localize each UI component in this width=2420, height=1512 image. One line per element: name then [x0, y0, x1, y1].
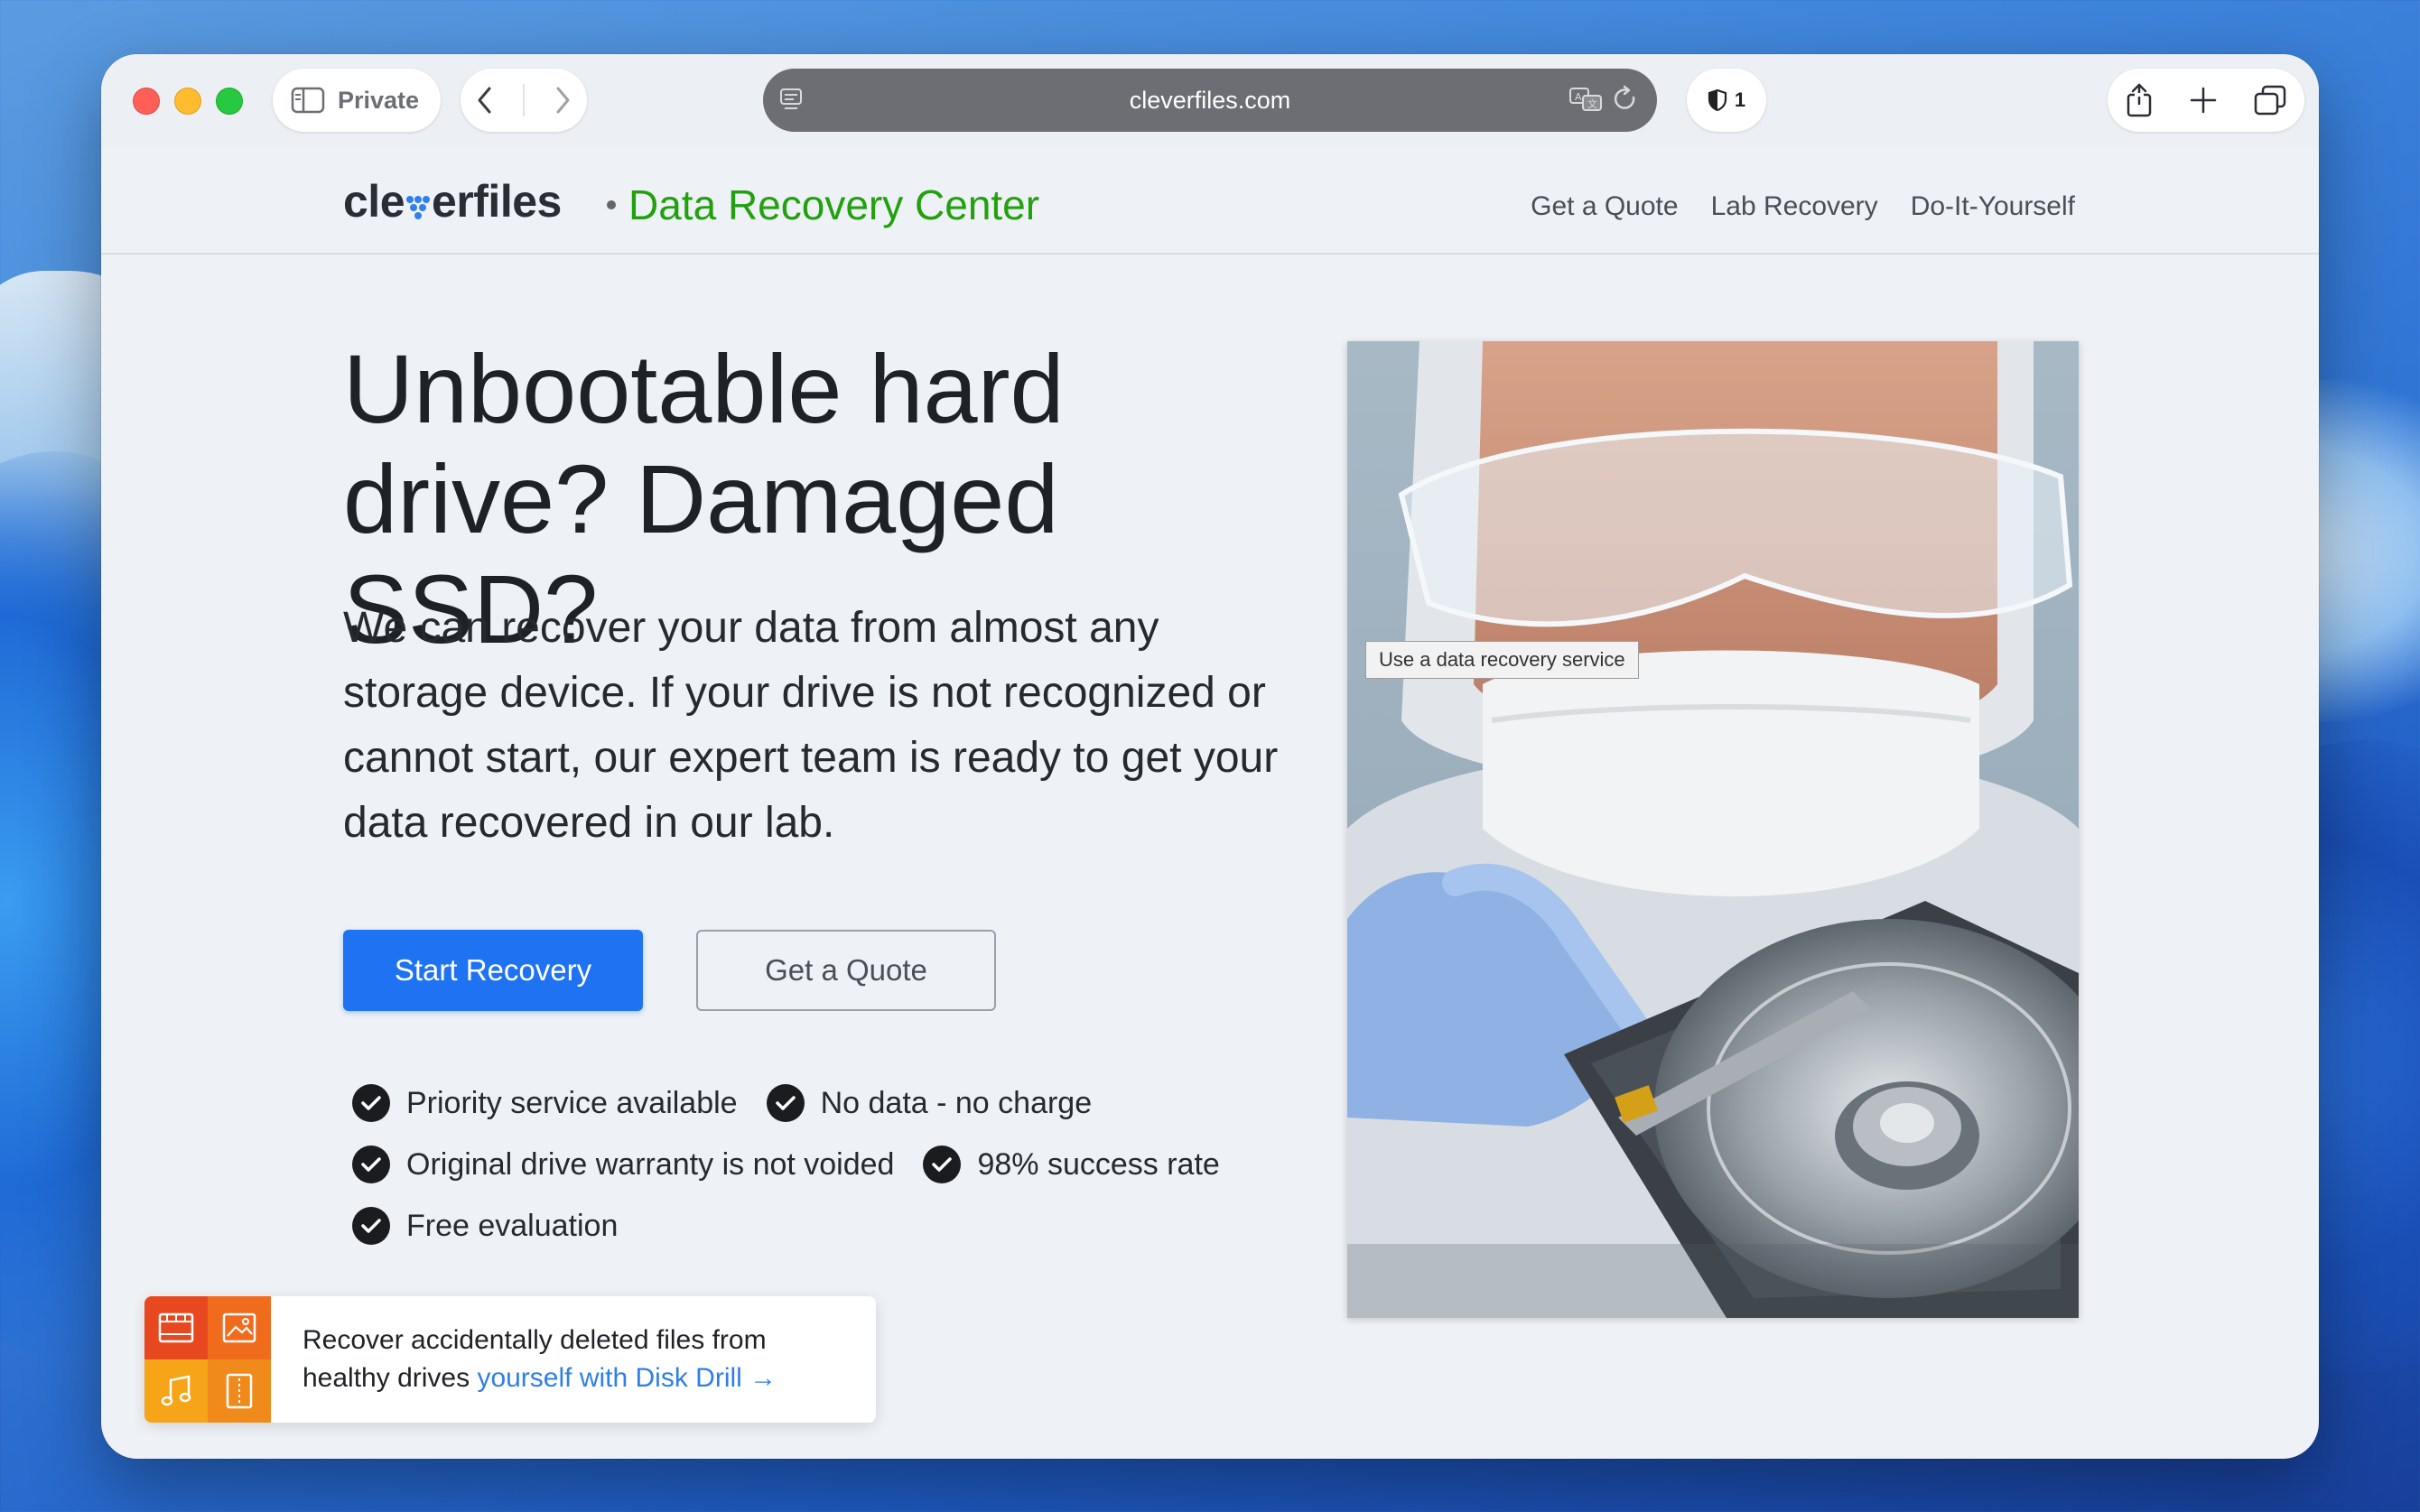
hero-title-line-1: Unbootable hard	[343, 334, 1065, 443]
hero-description: We can recover your data from almost any…	[343, 604, 1279, 847]
minimize-window-button[interactable]	[174, 88, 201, 115]
close-window-button[interactable]	[133, 88, 160, 115]
image-tooltip: Use a data recovery service	[1365, 641, 1639, 679]
feature-text: Priority service available	[406, 1085, 738, 1120]
toolbar-actions	[2108, 69, 2304, 132]
cleverfiles-logo[interactable]: cle erfiles	[343, 175, 562, 227]
feature-list: Priority service available No data - no …	[352, 1083, 1345, 1246]
feature-item: Priority service available	[352, 1083, 738, 1123]
top-navigation: Get a Quote Lab Recovery Do-It-Yourself	[1531, 191, 2075, 222]
address-bar[interactable]: cleverfiles.com A文	[763, 69, 1657, 132]
feature-item: Free evaluation	[352, 1206, 618, 1246]
disk-drill-link[interactable]: yourself with Disk Drill →	[477, 1363, 777, 1393]
nav-do-it-yourself[interactable]: Do-It-Yourself	[1911, 191, 2075, 222]
site-header: cle erfiles Data Recovery Center Get a Q…	[101, 148, 2319, 255]
check-icon	[352, 1207, 390, 1245]
brand-subtitle[interactable]: Data Recovery Center	[628, 181, 1039, 229]
check-icon	[352, 1084, 390, 1122]
sidebar-private-button[interactable]: Private	[273, 69, 441, 132]
history-nav	[461, 69, 587, 132]
feature-text: Original drive warranty is not voided	[406, 1146, 895, 1182]
photo-illustration	[1347, 341, 2079, 1318]
plus-icon[interactable]	[2190, 87, 2217, 114]
private-label: Private	[338, 86, 420, 114]
promo-text: Recover accidentally deleted files from …	[302, 1322, 777, 1397]
shield-icon	[1708, 88, 1727, 112]
logo-text-suffix: erfiles	[432, 176, 562, 227]
translate-icon[interactable]: A文	[1568, 85, 1605, 114]
image-icon	[208, 1296, 271, 1359]
check-icon	[766, 1084, 805, 1122]
start-recovery-button[interactable]: Start Recovery	[343, 930, 643, 1011]
feature-text: 98% success rate	[977, 1146, 1220, 1182]
share-icon[interactable]	[2126, 82, 2153, 118]
tabs-icon[interactable]	[2254, 85, 2286, 116]
browser-toolbar: Private cleverfiles.com A文 1	[101, 54, 2319, 148]
promo-line-2: healthy drives	[302, 1363, 478, 1393]
archive-icon	[208, 1359, 271, 1423]
chevron-right-icon[interactable]	[553, 85, 572, 116]
svg-text:文: 文	[1587, 97, 1597, 110]
promo-file-type-icons	[144, 1296, 271, 1423]
svg-text:A: A	[1575, 91, 1582, 103]
check-icon	[352, 1146, 390, 1183]
get-a-quote-button[interactable]: Get a Quote	[696, 930, 996, 1011]
chevron-left-icon[interactable]	[475, 85, 495, 116]
brand-separator-dot	[607, 200, 616, 209]
nav-lab-recovery[interactable]: Lab Recovery	[1711, 191, 1878, 222]
zoom-window-button[interactable]	[216, 88, 243, 115]
logo-text-prefix: cle	[343, 176, 405, 227]
feature-item: Original drive warranty is not voided	[352, 1145, 894, 1184]
feature-item: 98% success rate	[923, 1145, 1220, 1184]
logo-dots-icon	[405, 189, 432, 221]
page-menu-icon[interactable]	[779, 88, 803, 117]
nav-get-a-quote[interactable]: Get a Quote	[1531, 191, 1678, 222]
disk-drill-promo-banner[interactable]: Recover accidentally deleted files from …	[144, 1296, 876, 1423]
feature-text: Free evaluation	[406, 1208, 619, 1243]
feature-item: No data - no charge	[766, 1083, 1093, 1123]
film-icon	[144, 1296, 208, 1359]
tracker-count: 1	[1734, 88, 1746, 111]
browser-window: Private cleverfiles.com A文 1 cle erfiles…	[101, 54, 2319, 1459]
privacy-report-button[interactable]: 1	[1687, 69, 1766, 132]
promo-line-1: Recover accidentally deleted files from	[302, 1325, 767, 1355]
lab-technician-photo: Use a data recovery service	[1347, 341, 2079, 1318]
music-icon	[144, 1359, 208, 1423]
feature-text: No data - no charge	[820, 1085, 1093, 1120]
check-icon	[923, 1146, 962, 1183]
reload-icon[interactable]	[1612, 85, 1639, 114]
nav-divider	[522, 84, 525, 116]
url-text: cleverfiles.com	[1129, 86, 1291, 114]
sidebar-icon	[291, 86, 325, 115]
